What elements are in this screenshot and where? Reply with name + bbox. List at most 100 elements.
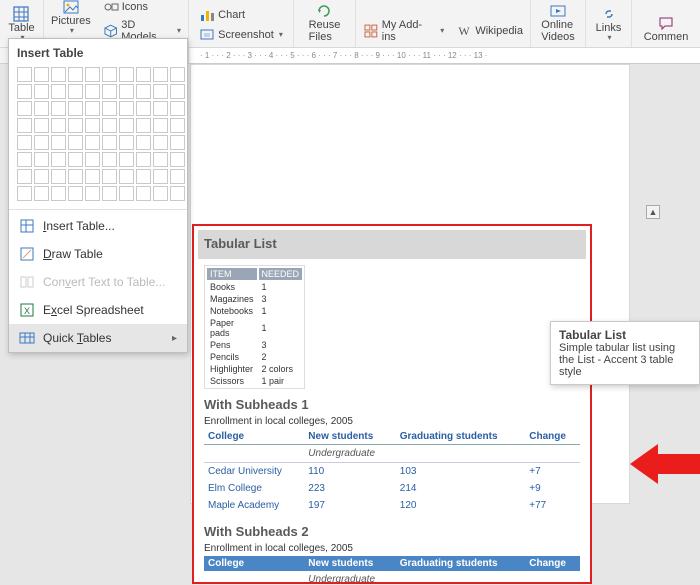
grid-cell[interactable] <box>51 84 66 99</box>
grid-cell[interactable] <box>17 135 32 150</box>
scroll-up-button[interactable]: ▲ <box>646 205 660 219</box>
grid-cell[interactable] <box>85 169 100 184</box>
grid-cell[interactable] <box>51 67 66 82</box>
grid-cell[interactable] <box>119 118 134 133</box>
grid-cell[interactable] <box>68 135 83 150</box>
grid-cell[interactable] <box>34 67 49 82</box>
grid-cell[interactable] <box>68 169 83 184</box>
grid-cell[interactable] <box>85 84 100 99</box>
grid-cell[interactable] <box>153 84 168 99</box>
grid-cell[interactable] <box>102 84 117 99</box>
grid-cell[interactable] <box>17 118 32 133</box>
grid-cell[interactable] <box>85 152 100 167</box>
icons-button[interactable]: Icons <box>100 0 184 17</box>
subheads1-preview[interactable]: College New students Graduating students… <box>204 429 580 514</box>
grid-cell[interactable] <box>102 169 117 184</box>
screenshot-button[interactable]: Screenshot▾ <box>196 25 286 45</box>
grid-cell[interactable] <box>102 118 117 133</box>
grid-cell[interactable] <box>119 67 134 82</box>
grid-cell[interactable] <box>119 84 134 99</box>
grid-cell[interactable] <box>51 152 66 167</box>
grid-cell[interactable] <box>119 135 134 150</box>
grid-cell[interactable] <box>170 84 185 99</box>
grid-cell[interactable] <box>51 135 66 150</box>
grid-cell[interactable] <box>17 169 32 184</box>
grid-cell[interactable] <box>34 169 49 184</box>
grid-cell[interactable] <box>51 101 66 116</box>
grid-cell[interactable] <box>85 186 100 201</box>
grid-cell[interactable] <box>119 152 134 167</box>
grid-cell[interactable] <box>136 169 151 184</box>
grid-cell[interactable] <box>51 118 66 133</box>
grid-cell[interactable] <box>153 101 168 116</box>
grid-cell[interactable] <box>170 135 185 150</box>
grid-cell[interactable] <box>34 101 49 116</box>
grid-cell[interactable] <box>153 169 168 184</box>
menu-excel-spreadsheet[interactable]: X Excel Spreadsheet <box>9 296 187 324</box>
grid-cell[interactable] <box>51 186 66 201</box>
grid-cell[interactable] <box>68 118 83 133</box>
grid-cell[interactable] <box>136 84 151 99</box>
grid-cell[interactable] <box>170 169 185 184</box>
grid-cell[interactable] <box>17 186 32 201</box>
grid-cell[interactable] <box>34 118 49 133</box>
grid-cell[interactable] <box>102 152 117 167</box>
table-row: Pencils2 <box>207 352 302 362</box>
grid-cell[interactable] <box>17 152 32 167</box>
wikipedia-button[interactable]: W Wikipedia <box>453 21 526 41</box>
grid-cell[interactable] <box>17 84 32 99</box>
grid-cell[interactable] <box>153 135 168 150</box>
grid-cell[interactable] <box>119 169 134 184</box>
grid-cell[interactable] <box>34 84 49 99</box>
chart-button[interactable]: Chart <box>196 5 286 25</box>
grid-cell[interactable] <box>51 169 66 184</box>
grid-cell[interactable] <box>102 186 117 201</box>
grid-cell[interactable] <box>153 152 168 167</box>
grid-cell[interactable] <box>85 101 100 116</box>
links-button[interactable]: Links ▾ <box>593 4 625 45</box>
grid-cell[interactable] <box>136 152 151 167</box>
menu-insert-table[interactable]: Insert Table... <box>9 212 187 240</box>
grid-cell[interactable] <box>170 118 185 133</box>
grid-cell[interactable] <box>68 84 83 99</box>
grid-cell[interactable] <box>34 135 49 150</box>
grid-cell[interactable] <box>136 135 151 150</box>
grid-cell[interactable] <box>68 152 83 167</box>
grid-cell[interactable] <box>102 67 117 82</box>
grid-cell[interactable] <box>170 67 185 82</box>
menu-quick-tables[interactable]: Quick Tables ▸ <box>9 324 187 352</box>
table-grid-picker[interactable] <box>9 67 187 207</box>
grid-cell[interactable] <box>136 67 151 82</box>
grid-cell[interactable] <box>68 67 83 82</box>
addins-button[interactable]: My Add-ins▾ <box>360 17 447 45</box>
grid-cell[interactable] <box>170 186 185 201</box>
online-videos-button[interactable]: Online Videos <box>538 1 577 45</box>
subheads2-preview[interactable]: College New students Graduating students… <box>204 556 580 584</box>
grid-cell[interactable] <box>136 118 151 133</box>
reuse-files-button[interactable]: Reuse Files <box>306 1 344 45</box>
comment-button[interactable]: Commen <box>641 13 692 45</box>
grid-cell[interactable] <box>68 101 83 116</box>
grid-cell[interactable] <box>68 186 83 201</box>
grid-cell[interactable] <box>17 67 32 82</box>
grid-cell[interactable] <box>136 186 151 201</box>
grid-cell[interactable] <box>17 101 32 116</box>
grid-cell[interactable] <box>119 101 134 116</box>
grid-cell[interactable] <box>136 101 151 116</box>
grid-cell[interactable] <box>102 135 117 150</box>
grid-cell[interactable] <box>34 186 49 201</box>
tabular-list-preview[interactable]: ITEM NEEDED Books1Magazines3Notebooks1Pa… <box>204 265 305 389</box>
grid-cell[interactable] <box>34 152 49 167</box>
grid-cell[interactable] <box>170 101 185 116</box>
grid-cell[interactable] <box>170 152 185 167</box>
pictures-button[interactable]: Pictures ▾ <box>48 0 94 38</box>
grid-cell[interactable] <box>85 118 100 133</box>
grid-cell[interactable] <box>153 67 168 82</box>
grid-cell[interactable] <box>153 118 168 133</box>
grid-cell[interactable] <box>153 186 168 201</box>
grid-cell[interactable] <box>85 67 100 82</box>
grid-cell[interactable] <box>85 135 100 150</box>
grid-cell[interactable] <box>119 186 134 201</box>
menu-draw-table[interactable]: Draw Table <box>9 240 187 268</box>
grid-cell[interactable] <box>102 101 117 116</box>
